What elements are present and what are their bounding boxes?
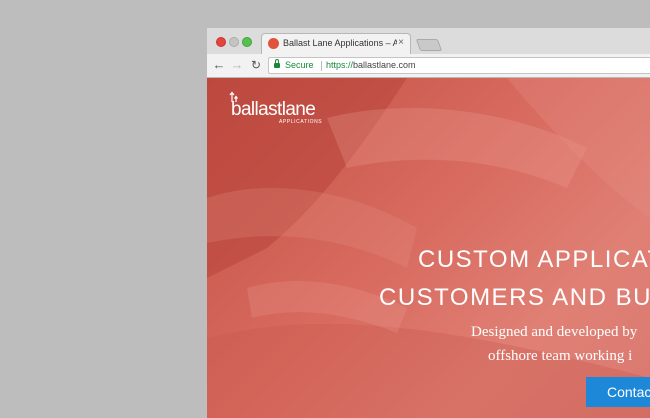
hero-headline-line-1: CUSTOM APPLICAT [418,246,650,273]
hero-headline-line-2: CUSTOMERS AND BUI [379,284,650,311]
hero-section: ballastlane APPLICATIONS CUSTOM APPLICAT… [207,78,650,418]
secure-label: Secure [285,60,314,70]
url-text[interactable]: https://ballastlane.com [326,60,416,70]
back-arrow-icon[interactable]: ← [211,57,227,73]
forward-arrow-icon[interactable]: → [229,57,245,73]
hero-subheadline-line-2: offshore team working i [488,348,633,364]
tab-title: Ballast Lane Applications – App [283,38,397,48]
browser-toolbar: ← → ↻ Secure https://ballastlane.com [207,54,650,78]
close-window-button[interactable] [216,37,226,47]
lock-icon [274,59,280,69]
address-divider [321,61,322,71]
tab-ballastlane[interactable]: Ballast Lane Applications – App × [261,33,411,54]
maximize-window-button[interactable] [242,37,252,47]
minimize-window-button[interactable] [229,37,239,47]
new-tab-button[interactable] [415,39,443,51]
logo-tagline: APPLICATIONS [279,119,323,125]
ballastlane-logo[interactable]: ballastlane APPLICATIONS [229,91,329,127]
url-host: ballastlane.com [353,60,416,70]
browser-window: Ballast Lane Applications – App × ← → ↻ … [207,28,650,418]
logo-wordmark: ballastlane [231,99,316,120]
hero-subheadline-line-1: Designed and developed by [471,324,638,340]
contact-button[interactable]: Contac [586,377,650,407]
ballastlane-favicon-icon [268,38,279,49]
url-scheme: https:// [326,60,354,70]
tab-strip: Ballast Lane Applications – App × [207,28,650,54]
tab-close-icon[interactable]: × [396,37,406,49]
address-bar[interactable]: Secure https://ballastlane.com [268,57,650,74]
reload-icon[interactable]: ↻ [248,57,264,73]
